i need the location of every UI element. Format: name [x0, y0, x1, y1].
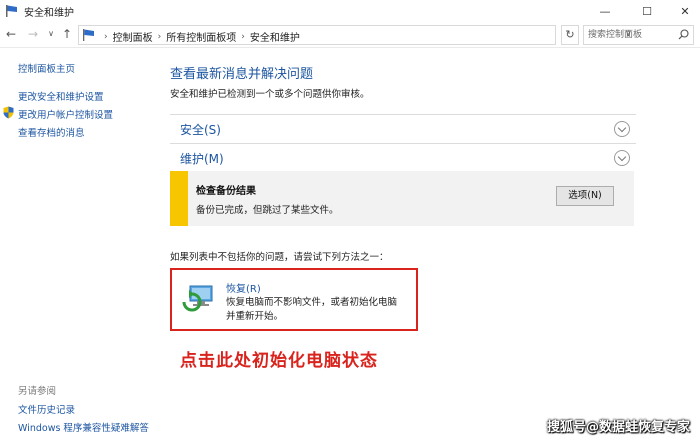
section-maintenance-label: 维护(M)	[180, 152, 224, 166]
breadcrumb-separator-icon: ›	[104, 31, 108, 42]
search-input[interactable]: 搜索控制面板	[583, 25, 694, 45]
window-title: 安全和维护	[24, 8, 74, 19]
chevron-down-icon[interactable]	[614, 121, 630, 137]
forward-arrow-icon[interactable]: →	[26, 26, 40, 42]
section-maintenance[interactable]: 维护(M)	[170, 143, 636, 171]
breadcrumb-separator-icon[interactable]: ›	[158, 32, 162, 42]
change-security-settings-link[interactable]: 更改安全和维护设置	[18, 89, 104, 103]
security-flag-icon	[6, 5, 17, 17]
minimize-button[interactable]: —	[590, 0, 620, 22]
navigation-bar: ← → ∨ ↑ › 控制面板 › 所有控制面板项 › 安全和维护 ∨ ↻ 搜索控…	[0, 22, 700, 48]
alert-text: 备份已完成，但跳过了某些文件。	[196, 205, 339, 216]
breadcrumb-all-items[interactable]: 所有控制面板项	[166, 29, 236, 44]
page-description: 安全和维护已检测到一个或多个问题供你审核。	[170, 89, 370, 100]
up-arrow-icon[interactable]: ↑	[60, 26, 74, 42]
change-uac-settings-link[interactable]: 更改用户帐户控制设置	[18, 107, 113, 121]
section-security[interactable]: 安全(S)	[170, 114, 636, 142]
recovery-icon	[182, 285, 213, 312]
troubleshoot-hint: 如果列表中不包括你的问题，请尝试下列方法之一：	[170, 252, 389, 263]
search-placeholder: 搜索控制面板	[588, 30, 643, 40]
backup-alert-panel: 检查备份结果 备份已完成，但跳过了某些文件。 选项(N)	[170, 171, 634, 226]
red-callout-text: 点击此处初始化电脑状态	[180, 351, 378, 371]
breadcrumb-separator-icon[interactable]: ›	[241, 32, 245, 42]
breadcrumb-security-maintenance[interactable]: 安全和维护	[250, 29, 300, 44]
recent-locations-dropdown-icon[interactable]: ∨	[44, 26, 58, 42]
uac-shield-icon	[3, 106, 14, 119]
left-navigation-pane: 控制面板主页 更改安全和维护设置 更改用户帐户控制设置 查看存档的消息 另请参阅…	[0, 48, 160, 442]
recovery-highlight-box: 恢复(R) 恢复电脑而不影响文件，或者初始化电脑并重新开始。	[170, 268, 418, 331]
warning-status-bar	[170, 171, 188, 226]
recovery-link[interactable]: 恢复(R)	[226, 280, 261, 295]
chevron-up-icon[interactable]	[614, 150, 630, 166]
control-panel-icon	[83, 29, 94, 41]
section-security-label: 安全(S)	[180, 123, 221, 137]
close-button[interactable]: ✕	[670, 0, 700, 22]
refresh-button[interactable]: ↻	[561, 25, 579, 45]
maximize-button[interactable]: ☐	[632, 0, 662, 22]
recovery-description: 恢复电脑而不影响文件，或者初始化电脑并重新开始。	[226, 297, 398, 322]
title-bar: 安全和维护 — ☐ ✕	[0, 0, 700, 22]
breadcrumb-control-panel[interactable]: 控制面板	[113, 29, 153, 44]
options-button[interactable]: 选项(N)	[556, 186, 614, 206]
address-bar[interactable]: › 控制面板 › 所有控制面板项 › 安全和维护 ∨	[78, 25, 632, 45]
file-history-link[interactable]: 文件历史记录	[18, 402, 75, 416]
control-panel-home-link[interactable]: 控制面板主页	[18, 61, 75, 75]
alert-title: 检查备份结果	[196, 186, 256, 197]
compatibility-troubleshooter-link[interactable]: Windows 程序兼容性疑难解答	[18, 420, 149, 434]
see-also-heading: 另请参阅	[18, 386, 57, 397]
watermark: 搜狐号@数据蛙恢复专家	[546, 420, 690, 435]
page-title: 查看最新消息并解决问题	[170, 67, 314, 82]
breadcrumb: › 控制面板 › 所有控制面板项 › 安全和维护	[99, 29, 300, 45]
search-icon[interactable]	[678, 29, 689, 40]
back-arrow-icon[interactable]: ←	[4, 26, 18, 42]
view-archived-messages-link[interactable]: 查看存档的消息	[18, 125, 85, 139]
